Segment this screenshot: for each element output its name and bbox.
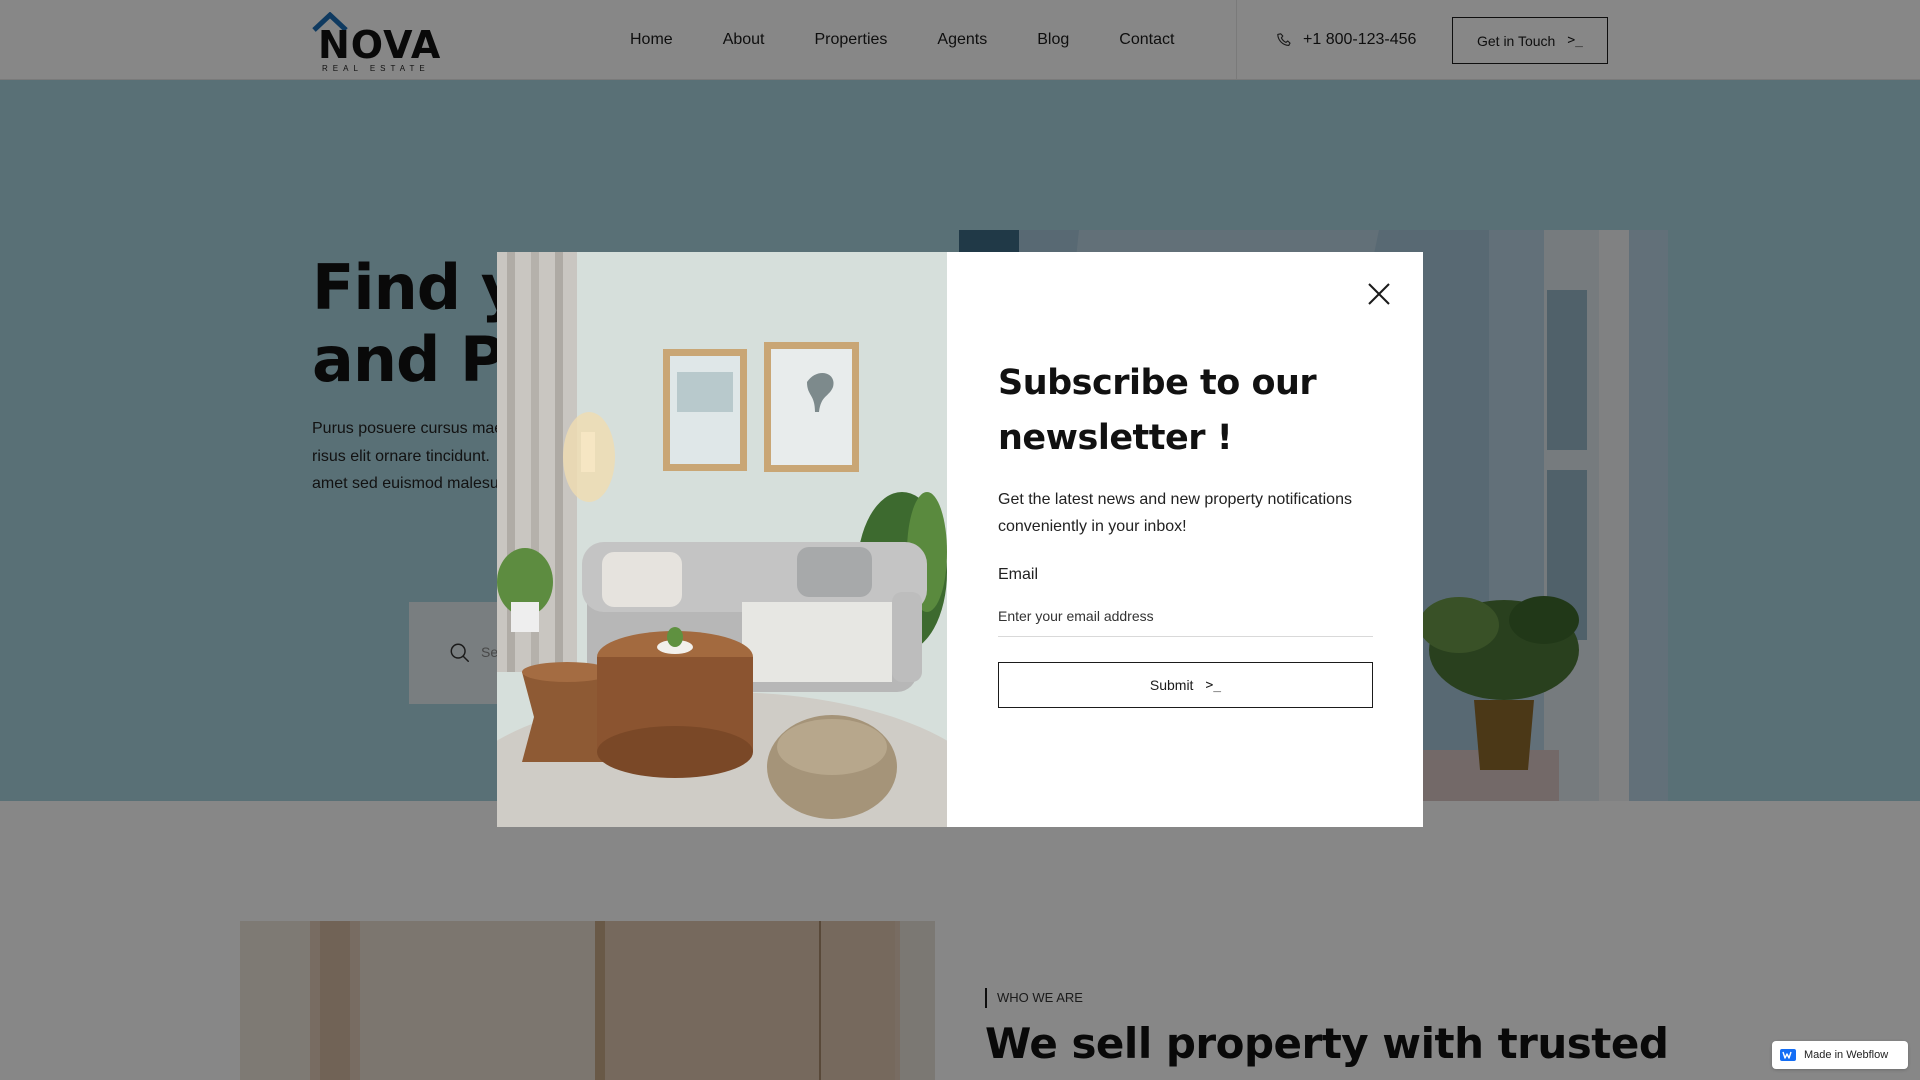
close-icon[interactable]	[1361, 276, 1397, 312]
badge-label: Made in Webflow	[1804, 1049, 1889, 1061]
email-label: Email	[998, 566, 1039, 583]
email-field[interactable]	[998, 595, 1373, 637]
webflow-icon	[1780, 1049, 1796, 1061]
modal-description: Get the latest news and new property not…	[998, 491, 1352, 535]
newsletter-modal: Subscribe to our newsletter ! Get the la…	[497, 252, 1423, 827]
living-room-photo	[497, 252, 947, 827]
submit-label: Submit	[1149, 677, 1194, 693]
terminal-prompt-icon: >_	[1205, 677, 1222, 693]
modal-title: Subscribe to our newsletter !	[998, 363, 1317, 458]
submit-button[interactable]: Submit >_	[998, 662, 1373, 708]
made-in-webflow-badge[interactable]: Made in Webflow	[1772, 1041, 1908, 1069]
